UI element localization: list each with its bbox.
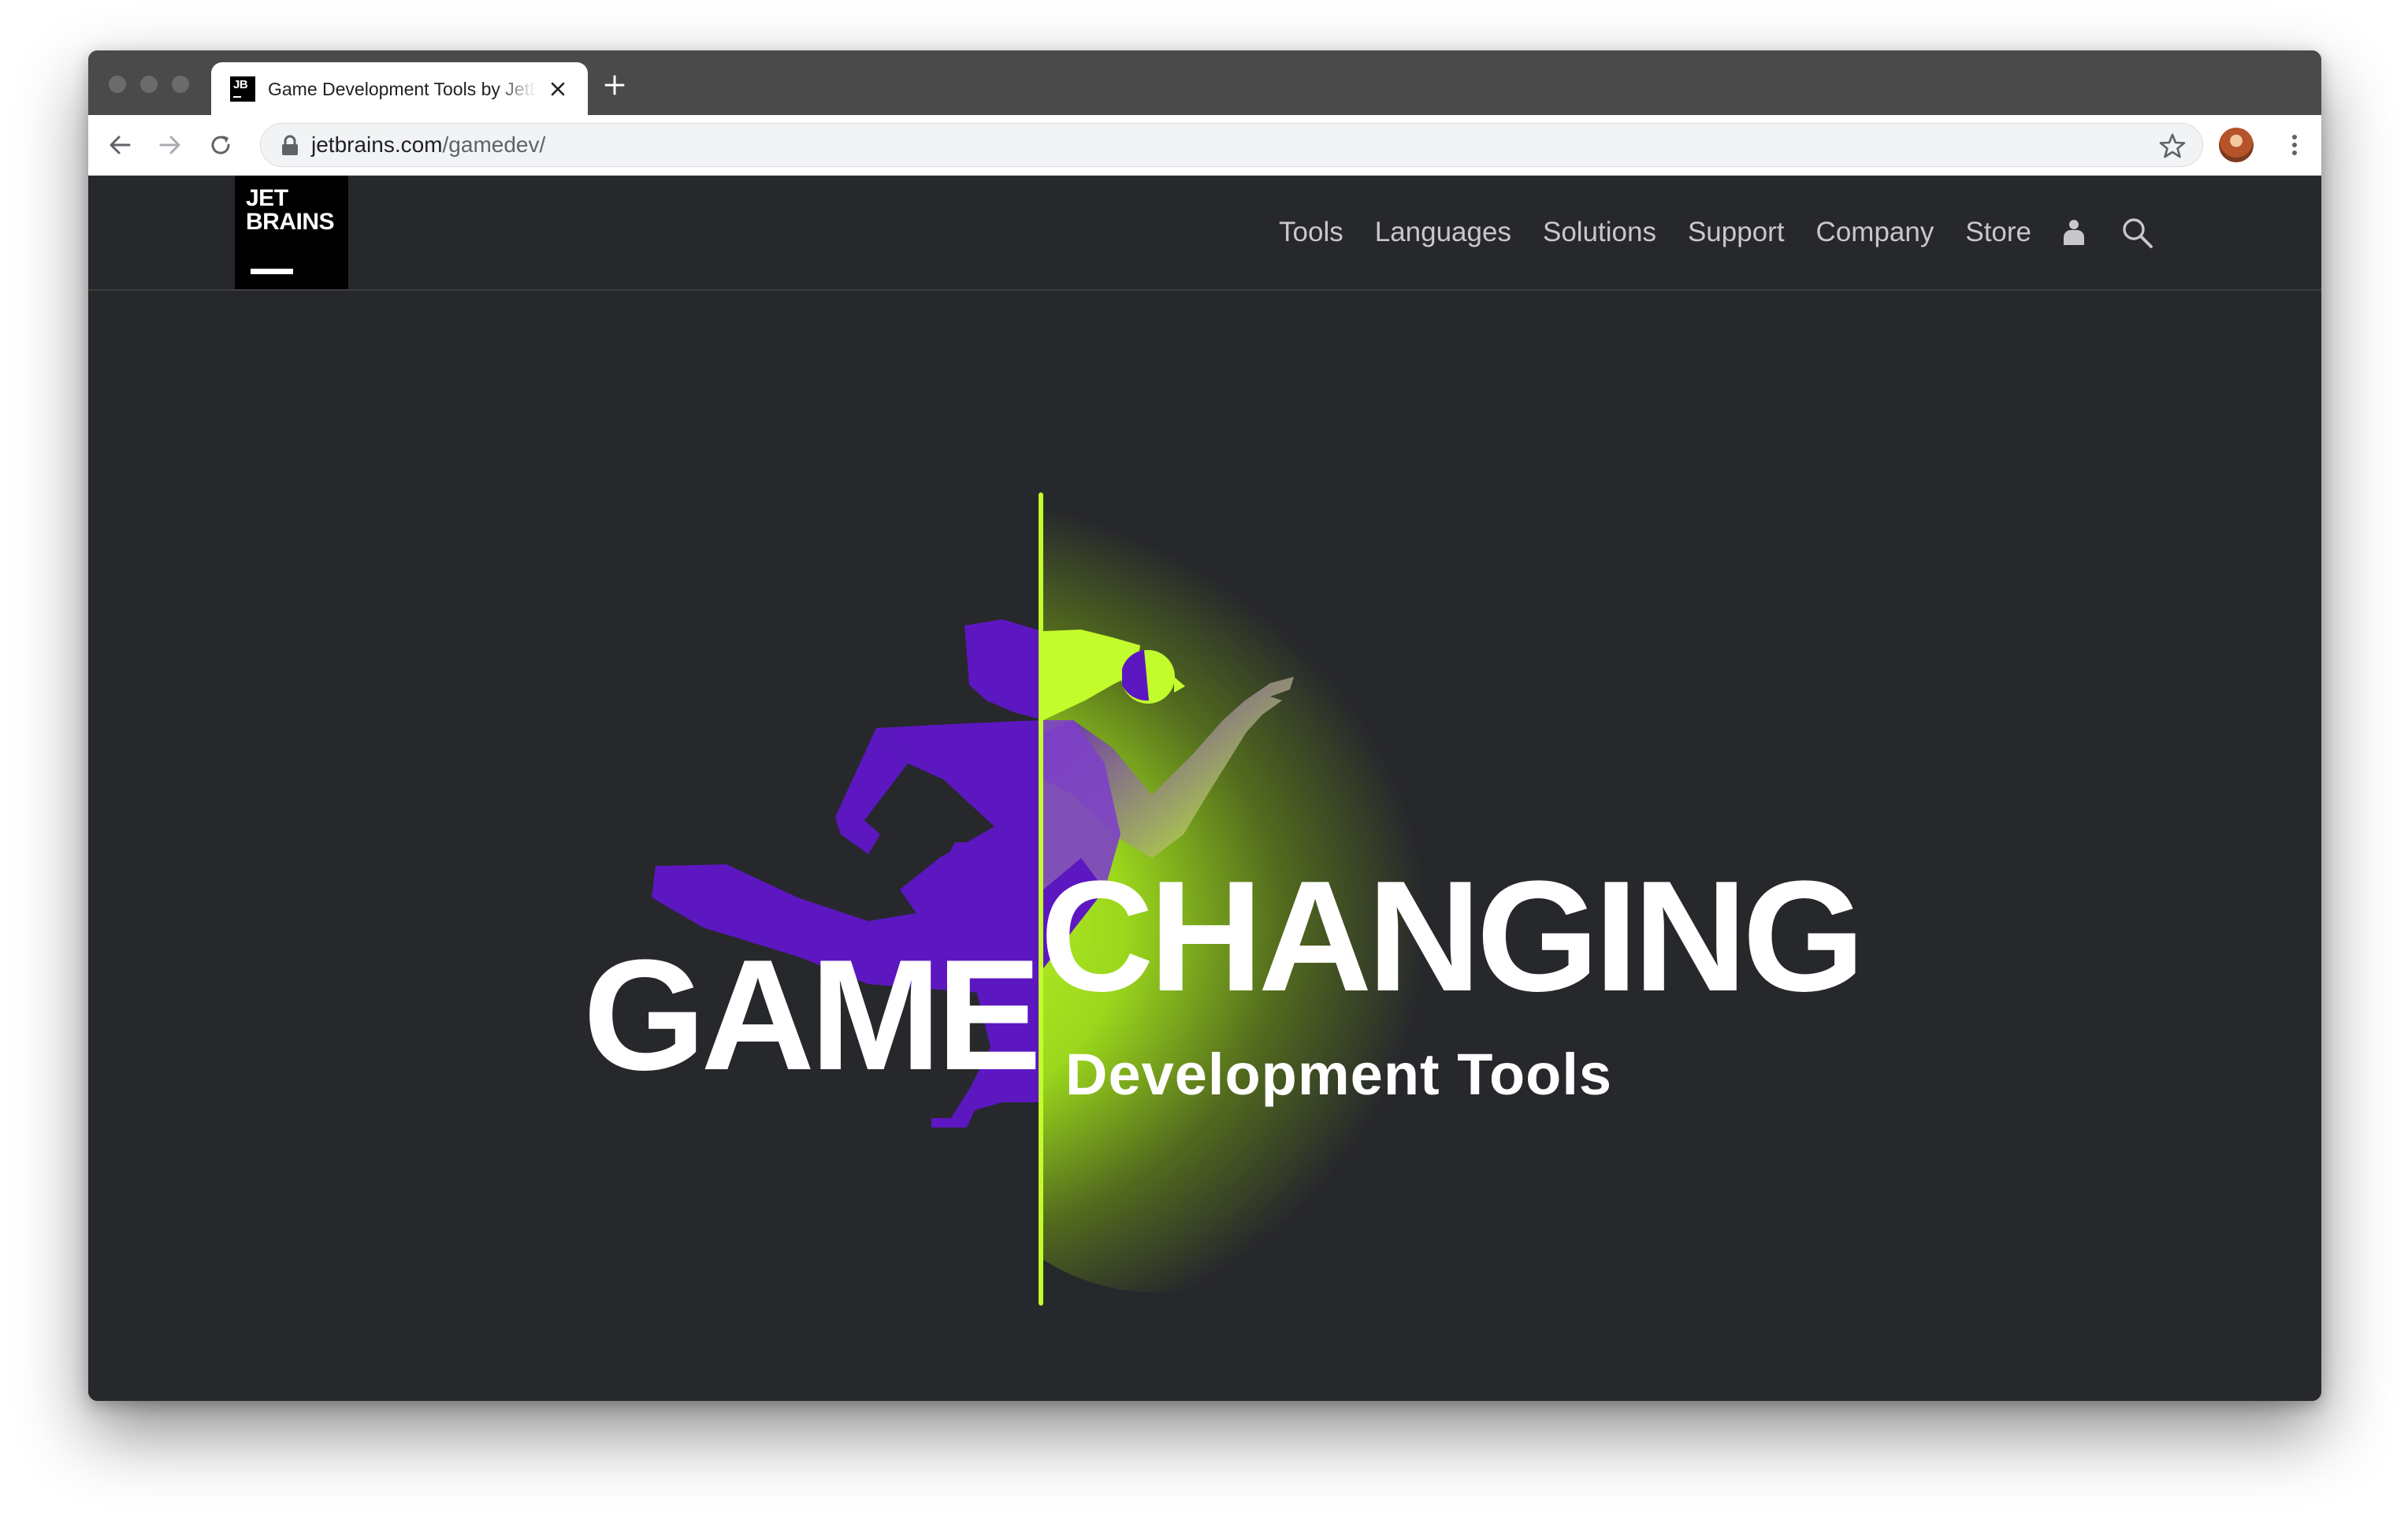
nav-tools[interactable]: Tools <box>1279 217 1343 248</box>
tab-strip: JB Game Development Tools by JetBrains <box>88 50 2321 115</box>
nav-solutions[interactable]: Solutions <box>1543 217 1656 248</box>
main-nav: Tools Languages Solutions Support Compan… <box>1279 176 2031 289</box>
hero-word-changing: CHANGING <box>1040 849 1865 1024</box>
browser-tab[interactable]: JB Game Development Tools by JetBrains <box>211 62 588 115</box>
bookmark-star-icon[interactable] <box>2158 132 2187 160</box>
user-icon[interactable] <box>2058 217 2090 248</box>
back-arrow-icon[interactable] <box>104 129 136 161</box>
url-path: /gamedev/ <box>442 132 546 157</box>
lock-icon <box>282 135 298 155</box>
address-bar[interactable]: jetbrains.com/gamedev/ <box>260 123 2203 167</box>
url-text: jetbrains.com/gamedev/ <box>311 124 545 166</box>
window-zoom-dot[interactable] <box>172 76 189 93</box>
logo-text: JET BRAINS <box>246 187 348 234</box>
nav-support[interactable]: Support <box>1688 217 1785 248</box>
new-tab-icon[interactable] <box>602 72 627 98</box>
hero-word-game: GAME <box>583 927 1042 1103</box>
logo-line-1: JET <box>246 185 288 211</box>
runner-illustration <box>652 619 1294 1128</box>
jetbrains-logo[interactable]: JET BRAINS <box>235 176 348 289</box>
logo-underscore <box>251 269 293 274</box>
hero-section: GAME CHANGING Development Tools <box>88 291 2321 1401</box>
site-header: JET BRAINS Tools Languages Solutions Sup… <box>88 176 2321 291</box>
reload-icon[interactable] <box>205 129 236 161</box>
tab-favicon-icon: JB <box>230 76 255 102</box>
tab-close-icon[interactable] <box>545 76 570 102</box>
url-host: jetbrains.com <box>311 132 443 157</box>
nav-company[interactable]: Company <box>1816 217 1934 248</box>
tab-title: Game Development Tools by JetBrains <box>268 79 536 99</box>
profile-avatar[interactable] <box>2219 128 2254 162</box>
browser-window: JB Game Development Tools by JetBrains <box>88 50 2321 1401</box>
browser-toolbar: jetbrains.com/gamedev/ <box>88 115 2321 176</box>
nav-languages[interactable]: Languages <box>1375 217 1511 248</box>
nav-store[interactable]: Store <box>1965 217 2031 248</box>
logo-line-2: BRAINS <box>246 209 335 235</box>
hero-subtitle: Development Tools <box>1065 1042 1613 1107</box>
window-minimize-dot[interactable] <box>140 76 158 93</box>
browser-menu-icon[interactable] <box>2279 129 2310 161</box>
window-close-dot[interactable] <box>109 76 126 93</box>
search-icon[interactable] <box>2120 215 2154 250</box>
forward-arrow-icon[interactable] <box>154 129 186 161</box>
